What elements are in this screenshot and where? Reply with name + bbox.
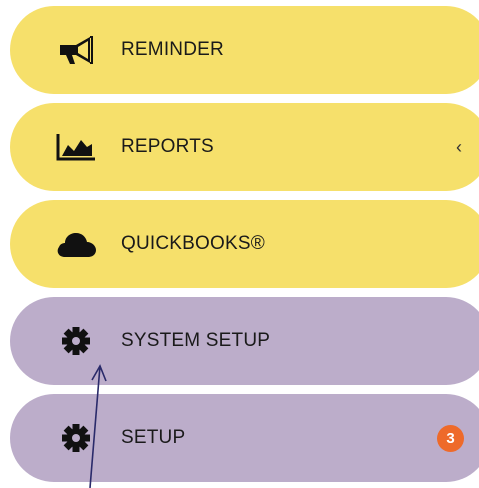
- menu-item-system-setup[interactable]: SYSTEM SETUP: [10, 297, 479, 385]
- megaphone-icon: [54, 34, 98, 66]
- gear-icon: [54, 422, 98, 454]
- menu-item-label: SETUP: [121, 427, 186, 448]
- gear-icon: [54, 325, 98, 357]
- chevron-left-icon[interactable]: ‹: [456, 137, 462, 158]
- menu-item-setup[interactable]: SETUP 3: [10, 394, 479, 482]
- sidebar-menu: REMINDER REPORTS ‹ QUICKBOOKS® SYSTEM SE…: [0, 0, 479, 488]
- menu-item-reports[interactable]: REPORTS ‹: [10, 103, 479, 191]
- menu-item-label: SYSTEM SETUP: [121, 330, 271, 351]
- notification-badge: 3: [437, 424, 464, 452]
- menu-item-label: REPORTS: [121, 136, 214, 157]
- menu-item-label: QUICKBOOKS®: [121, 233, 265, 254]
- area-chart-icon: [54, 131, 98, 163]
- menu-item-label: REMINDER: [121, 39, 224, 60]
- menu-item-quickbooks[interactable]: QUICKBOOKS®: [10, 200, 479, 288]
- menu-item-reminder[interactable]: REMINDER: [10, 6, 479, 94]
- cloud-icon: [54, 228, 98, 260]
